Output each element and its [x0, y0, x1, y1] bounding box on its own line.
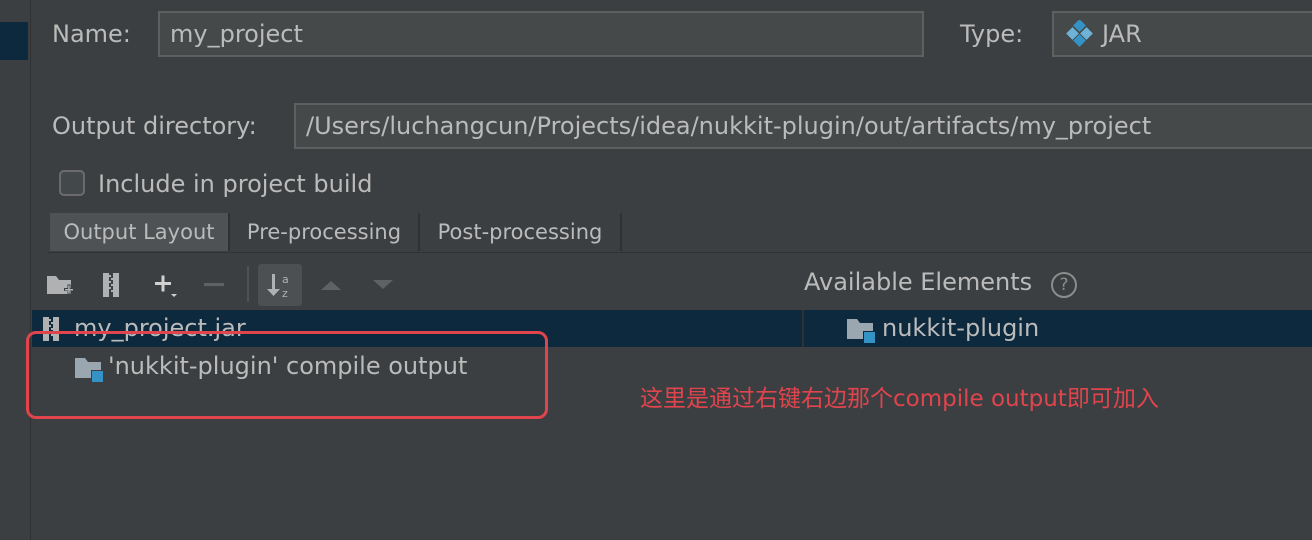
annotation-highlight-box	[26, 331, 548, 419]
sort-az-icon[interactable]: a z	[258, 264, 302, 306]
panel-divider[interactable]	[802, 310, 804, 347]
svg-text:a: a	[282, 273, 289, 286]
output-directory-label: Output directory:	[52, 112, 257, 140]
available-item-nukkit-plugin[interactable]: nukkit-plugin	[882, 314, 1039, 342]
name-label: Name:	[52, 20, 131, 48]
name-field[interactable]: my_project	[158, 11, 924, 57]
type-value: JAR	[1102, 20, 1142, 48]
help-icon[interactable]: ?	[1051, 272, 1077, 298]
left-sidebar	[0, 0, 31, 540]
module-folder-icon	[846, 315, 878, 349]
tab-post-processing[interactable]: Post-processing	[420, 213, 622, 251]
sidebar-selected-item[interactable]	[0, 22, 28, 60]
move-down-icon[interactable]	[368, 262, 398, 308]
annotation-text: 这里是通过右键右边那个compile output即可加入	[640, 386, 1159, 412]
svg-text:z: z	[282, 287, 288, 300]
tab-output-layout[interactable]: Output Layout	[50, 213, 230, 251]
output-directory-field[interactable]: /Users/luchangcun/Projects/idea/nukkit-p…	[294, 103, 1312, 149]
add-icon[interactable]	[144, 262, 184, 308]
type-label: Type:	[960, 20, 1024, 48]
jar-type-icon	[1066, 20, 1093, 47]
layout-toolbar: a z	[32, 262, 802, 308]
tab-pre-processing[interactable]: Pre-processing	[230, 213, 420, 251]
toolbar-separator	[247, 266, 249, 302]
available-elements-label: Available Elements	[804, 268, 1033, 296]
tab-bar: Output Layout Pre-processing Post-proces…	[48, 213, 1312, 253]
move-up-icon[interactable]	[316, 262, 346, 308]
archive-icon[interactable]	[94, 262, 128, 308]
new-folder-icon[interactable]	[42, 262, 78, 308]
include-in-build-checkbox[interactable]	[59, 170, 85, 196]
remove-icon[interactable]	[196, 262, 232, 308]
type-select[interactable]: JAR	[1052, 11, 1312, 57]
include-in-build-label: Include in project build	[98, 170, 373, 198]
